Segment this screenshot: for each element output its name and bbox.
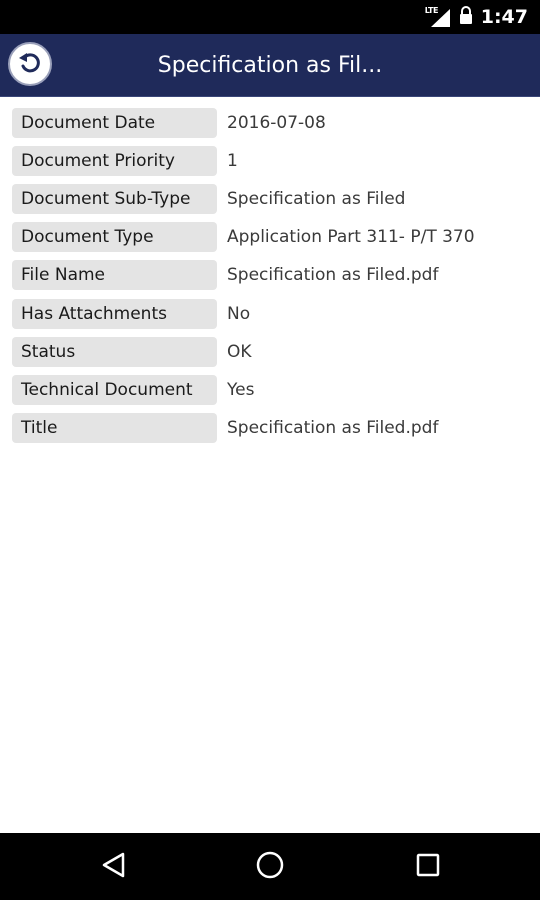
- app-bar: Specification as Fil...: [0, 34, 540, 97]
- property-label: Status: [12, 337, 217, 367]
- recents-square-icon: [415, 852, 441, 882]
- property-value: Yes: [227, 380, 255, 400]
- back-triangle-icon: [101, 851, 127, 883]
- nav-home-button[interactable]: [240, 847, 300, 887]
- property-value: Specification as Filed.pdf: [227, 418, 439, 438]
- property-label: Title: [12, 413, 217, 443]
- property-value: 1: [227, 151, 238, 171]
- system-nav-bar: [0, 833, 540, 900]
- home-circle-icon: [255, 850, 285, 884]
- page-title: Specification as Fil...: [157, 52, 383, 78]
- property-row-document-sub-type: Document Sub-Type Specification as Filed: [12, 184, 532, 214]
- nav-back-button[interactable]: [84, 847, 144, 887]
- status-icons: LTE 1:47: [425, 0, 528, 34]
- document-properties: Document Date 2016-07-08 Document Priori…: [0, 97, 540, 833]
- property-row-has-attachments: Has Attachments No: [12, 299, 532, 329]
- property-value: 2016-07-08: [227, 113, 326, 133]
- property-label: Document Type: [12, 222, 217, 252]
- lte-signal-icon: LTE: [425, 6, 451, 28]
- property-row-document-date: Document Date 2016-07-08: [12, 108, 532, 138]
- property-label: Technical Document: [12, 375, 217, 405]
- property-label: Has Attachments: [12, 299, 217, 329]
- status-bar: LTE 1:47: [0, 0, 540, 34]
- property-label: Document Sub-Type: [12, 184, 217, 214]
- property-value: No: [227, 304, 251, 324]
- property-value: Specification as Filed: [227, 189, 406, 209]
- property-label: Document Priority: [12, 146, 217, 176]
- nav-recents-button[interactable]: [398, 847, 458, 887]
- property-value: Specification as Filed.pdf: [227, 265, 439, 285]
- lock-icon: [459, 5, 473, 29]
- property-value: OK: [227, 342, 252, 362]
- property-row-file-name: File Name Specification as Filed.pdf: [12, 260, 532, 290]
- property-row-document-priority: Document Priority 1: [12, 146, 532, 176]
- back-button[interactable]: [8, 42, 52, 86]
- back-arrow-circle-icon: [17, 49, 43, 79]
- property-value: Application Part 311- P/T 370: [227, 227, 475, 247]
- property-label: Document Date: [12, 108, 217, 138]
- property-row-status: Status OK: [12, 337, 532, 367]
- property-row-title: Title Specification as Filed.pdf: [12, 413, 532, 443]
- property-row-technical-document: Technical Document Yes: [12, 375, 532, 405]
- clock: 1:47: [480, 6, 528, 28]
- property-row-document-type: Document Type Application Part 311- P/T …: [12, 222, 532, 252]
- property-label: File Name: [12, 260, 217, 290]
